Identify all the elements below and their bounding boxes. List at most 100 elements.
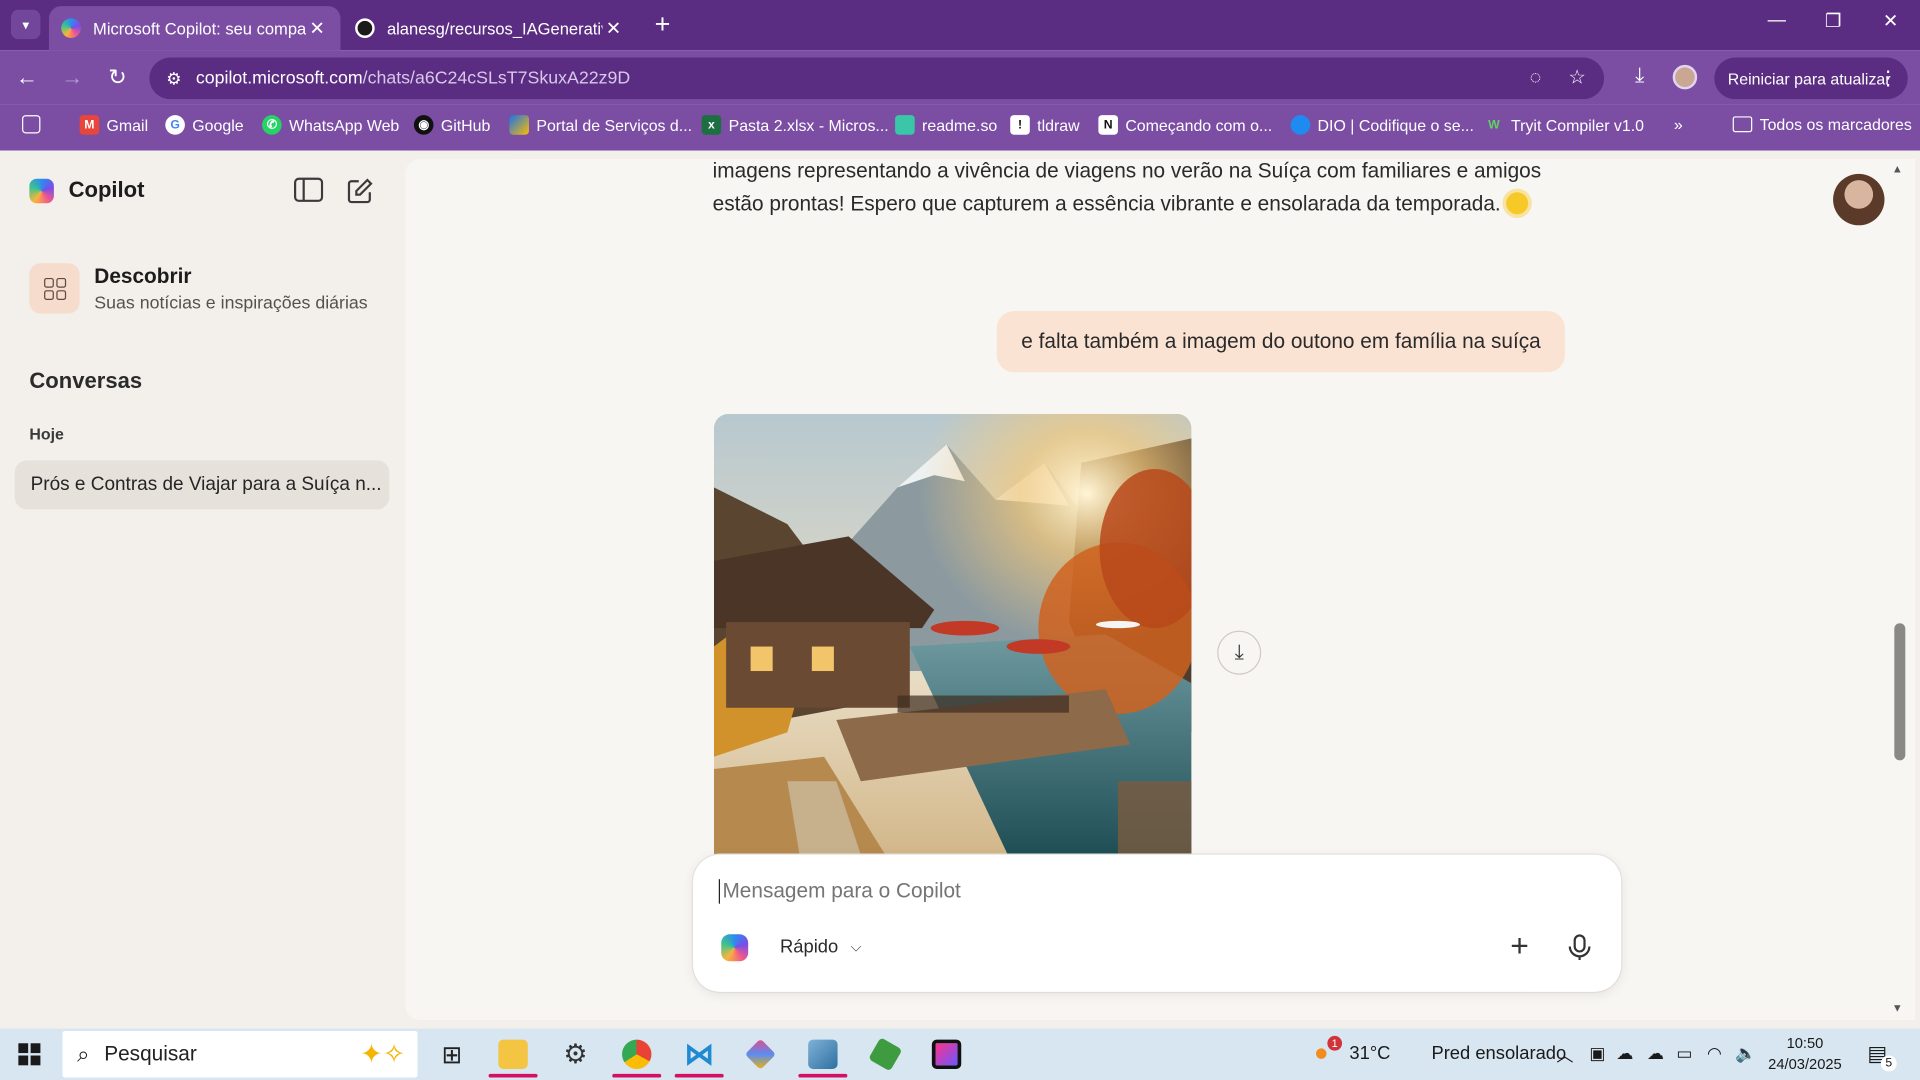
volume-icon[interactable]: 🔈 bbox=[1735, 1043, 1756, 1064]
assistant-message-line: imagens representando a vivência de viag… bbox=[712, 159, 1542, 183]
copilot-logo-icon bbox=[29, 178, 54, 203]
bookmark-github[interactable]: ◉ GitHub bbox=[413, 115, 490, 135]
scroll-up-icon[interactable]: ▲ bbox=[1892, 163, 1903, 175]
tab-search-button[interactable]: ▾ bbox=[11, 9, 41, 40]
new-tab-button[interactable]: + bbox=[650, 9, 674, 39]
settings-gear-icon[interactable]: ⚙ bbox=[551, 1035, 600, 1074]
tab-close-icon[interactable]: ✕ bbox=[602, 17, 624, 39]
whatsapp-icon: ✆ bbox=[262, 115, 282, 135]
browser-toolbar: ← → ↻ ⚙ copilot.microsoft.com/chats/a6C2… bbox=[0, 50, 1920, 105]
brand-name: Copilot bbox=[68, 177, 145, 203]
tab-title: Microsoft Copilot: seu compan bbox=[93, 18, 307, 38]
bookmark-readme[interactable]: readme.so bbox=[895, 115, 997, 135]
vscode-icon[interactable]: ⋈ bbox=[674, 1035, 724, 1078]
github-icon: ◉ bbox=[413, 115, 434, 135]
discover-grid-icon bbox=[29, 263, 80, 314]
download-icon[interactable]: ⤓ bbox=[1626, 64, 1653, 88]
app-icon[interactable] bbox=[736, 1035, 785, 1074]
time: 10:50 bbox=[1786, 1034, 1824, 1052]
wifi-icon[interactable]: ◠ bbox=[1707, 1043, 1722, 1064]
bookmark-tryit[interactable]: W Tryit Compiler v1.0 bbox=[1484, 115, 1644, 135]
chat-area: imagens representando a vivência de viag… bbox=[405, 159, 1916, 1021]
folder-icon bbox=[1732, 116, 1753, 133]
generated-image[interactable] bbox=[713, 413, 1192, 855]
user-avatar[interactable] bbox=[1833, 173, 1885, 226]
scroll-down-icon[interactable]: ▼ bbox=[1892, 1002, 1903, 1014]
profile-avatar[interactable] bbox=[1672, 64, 1698, 90]
bookmark-star-icon[interactable]: ☆ bbox=[1565, 66, 1589, 90]
bookmark-excel[interactable]: x Pasta 2.xlsx - Micros... bbox=[701, 115, 889, 135]
clock[interactable]: 10:50 24/03/2025 bbox=[1768, 1033, 1842, 1075]
file-explorer-icon[interactable] bbox=[488, 1035, 538, 1078]
bookmark-portal[interactable]: Portal de Serviços d... bbox=[509, 115, 692, 135]
window-close-icon[interactable]: ✕ bbox=[1872, 10, 1909, 32]
user-message: e falta também a imagem do outono em fam… bbox=[996, 311, 1566, 373]
battery-icon[interactable]: ▭ bbox=[1676, 1043, 1692, 1064]
new-chat-icon[interactable] bbox=[345, 178, 374, 205]
discover-link[interactable]: Descobrir Suas notícias e inspirações di… bbox=[29, 263, 368, 314]
chevron-up-icon[interactable]: ︿ bbox=[1556, 1043, 1573, 1067]
bookmark-google[interactable]: G Google bbox=[165, 115, 244, 135]
sparkle-icon: ✦✧ bbox=[360, 1038, 406, 1069]
tab-strip: ▾ Microsoft Copilot: seu compan ✕ alanes… bbox=[0, 0, 1920, 51]
message-composer: Rápido⌵ + bbox=[693, 854, 1622, 992]
cloud-off-icon[interactable]: ☁ bbox=[1616, 1043, 1633, 1064]
weather-badge: 1 bbox=[1327, 1035, 1343, 1051]
bookmark-notion[interactable]: N Começando com o... bbox=[1098, 115, 1272, 135]
forward-arrow-icon[interactable]: → bbox=[58, 62, 87, 91]
microphone-icon[interactable] bbox=[1566, 933, 1593, 962]
windows-taskbar: ⌕ Pesquisar ✦✧ ⊞ ⚙ ⋈ ● 1 31°C Pred ensol… bbox=[0, 1028, 1920, 1080]
task-view-icon[interactable]: ⊞ bbox=[427, 1035, 476, 1074]
app-icon[interactable] bbox=[798, 1035, 848, 1078]
chrome-icon[interactable] bbox=[612, 1035, 662, 1078]
more-menu-icon[interactable]: ⋮ bbox=[1878, 66, 1898, 90]
discover-subtitle: Suas notícias e inspirações diárias bbox=[94, 293, 368, 313]
apps-grid-icon[interactable] bbox=[22, 115, 48, 134]
minimize-icon[interactable]: — bbox=[1758, 10, 1795, 31]
message-input[interactable] bbox=[718, 879, 1454, 904]
app-icon[interactable] bbox=[861, 1035, 910, 1074]
copilot-favicon-icon bbox=[61, 18, 81, 38]
reload-icon[interactable]: ↻ bbox=[103, 62, 132, 91]
readme-icon bbox=[895, 115, 915, 135]
mode-selector[interactable]: Rápido ⌵ bbox=[780, 937, 862, 958]
conversation-item[interactable]: Prós e Contras de Viajar para a Suíça n.… bbox=[14, 460, 390, 510]
search-icon: ⌕ bbox=[77, 1041, 90, 1066]
conversations-heading: Conversas bbox=[29, 368, 143, 394]
notification-count: 5 bbox=[1880, 1055, 1897, 1072]
restore-icon[interactable]: ❐ bbox=[1815, 10, 1852, 32]
tab-title: alanesg/recursos_IAGenerativa_ bbox=[386, 18, 603, 38]
windows-start-icon[interactable] bbox=[18, 1043, 41, 1066]
bookmark-dio[interactable]: DIO | Codifique o se... bbox=[1290, 115, 1474, 135]
address-bar[interactable]: ⚙ copilot.microsoft.com/chats/a6C24cSLsT… bbox=[149, 57, 1605, 100]
site-settings-icon[interactable]: ⚙ bbox=[162, 68, 186, 89]
eye-off-icon[interactable]: ◌ bbox=[1523, 66, 1547, 90]
more-bookmarks-icon[interactable]: » bbox=[1674, 115, 1683, 133]
device-icon[interactable]: ▣ bbox=[1589, 1043, 1605, 1064]
bookmark-tldraw[interactable]: ! tldraw bbox=[1010, 115, 1080, 135]
onedrive-icon[interactable]: ☁ bbox=[1647, 1043, 1664, 1064]
sidebar-toggle-icon[interactable] bbox=[294, 177, 324, 205]
all-bookmarks[interactable]: Todos os marcadores bbox=[1732, 115, 1912, 133]
sidebar: Copilot Descobrir Suas notícias e inspir… bbox=[0, 150, 406, 1029]
assistant-message-line: estão prontas! Espero que capturem a ess… bbox=[712, 192, 1501, 216]
taskbar-search[interactable]: ⌕ Pesquisar ✦✧ bbox=[62, 1031, 418, 1078]
chevron-down-icon: ⌵ bbox=[850, 937, 862, 956]
back-arrow-icon[interactable]: ← bbox=[12, 62, 41, 91]
weather-temp[interactable]: 31°C bbox=[1349, 1043, 1390, 1064]
weather-text[interactable]: Pred ensolarado bbox=[1431, 1043, 1566, 1064]
intellij-icon[interactable] bbox=[922, 1035, 971, 1074]
restart-update-button[interactable]: Reiniciar para atualizar ⋮ bbox=[1714, 57, 1908, 100]
bookmark-whatsapp[interactable]: ✆ WhatsApp Web bbox=[262, 115, 399, 135]
tab-close-icon[interactable]: ✕ bbox=[306, 17, 328, 39]
sun-emoji-icon bbox=[1505, 192, 1528, 215]
download-image-button[interactable]: ⤓ bbox=[1217, 630, 1262, 675]
bookmark-gmail[interactable]: M Gmail bbox=[79, 115, 148, 135]
scrollbar-thumb[interactable] bbox=[1894, 623, 1906, 761]
today-label: Hoje bbox=[29, 424, 64, 444]
add-attachment-icon[interactable]: + bbox=[1504, 929, 1536, 963]
tab-copilot[interactable]: Microsoft Copilot: seu compan ✕ bbox=[48, 6, 341, 51]
google-icon: G bbox=[165, 115, 185, 135]
tab-github[interactable]: alanesg/recursos_IAGenerativa_ ✕ bbox=[343, 6, 637, 50]
scrollbar[interactable] bbox=[1889, 159, 1905, 1021]
